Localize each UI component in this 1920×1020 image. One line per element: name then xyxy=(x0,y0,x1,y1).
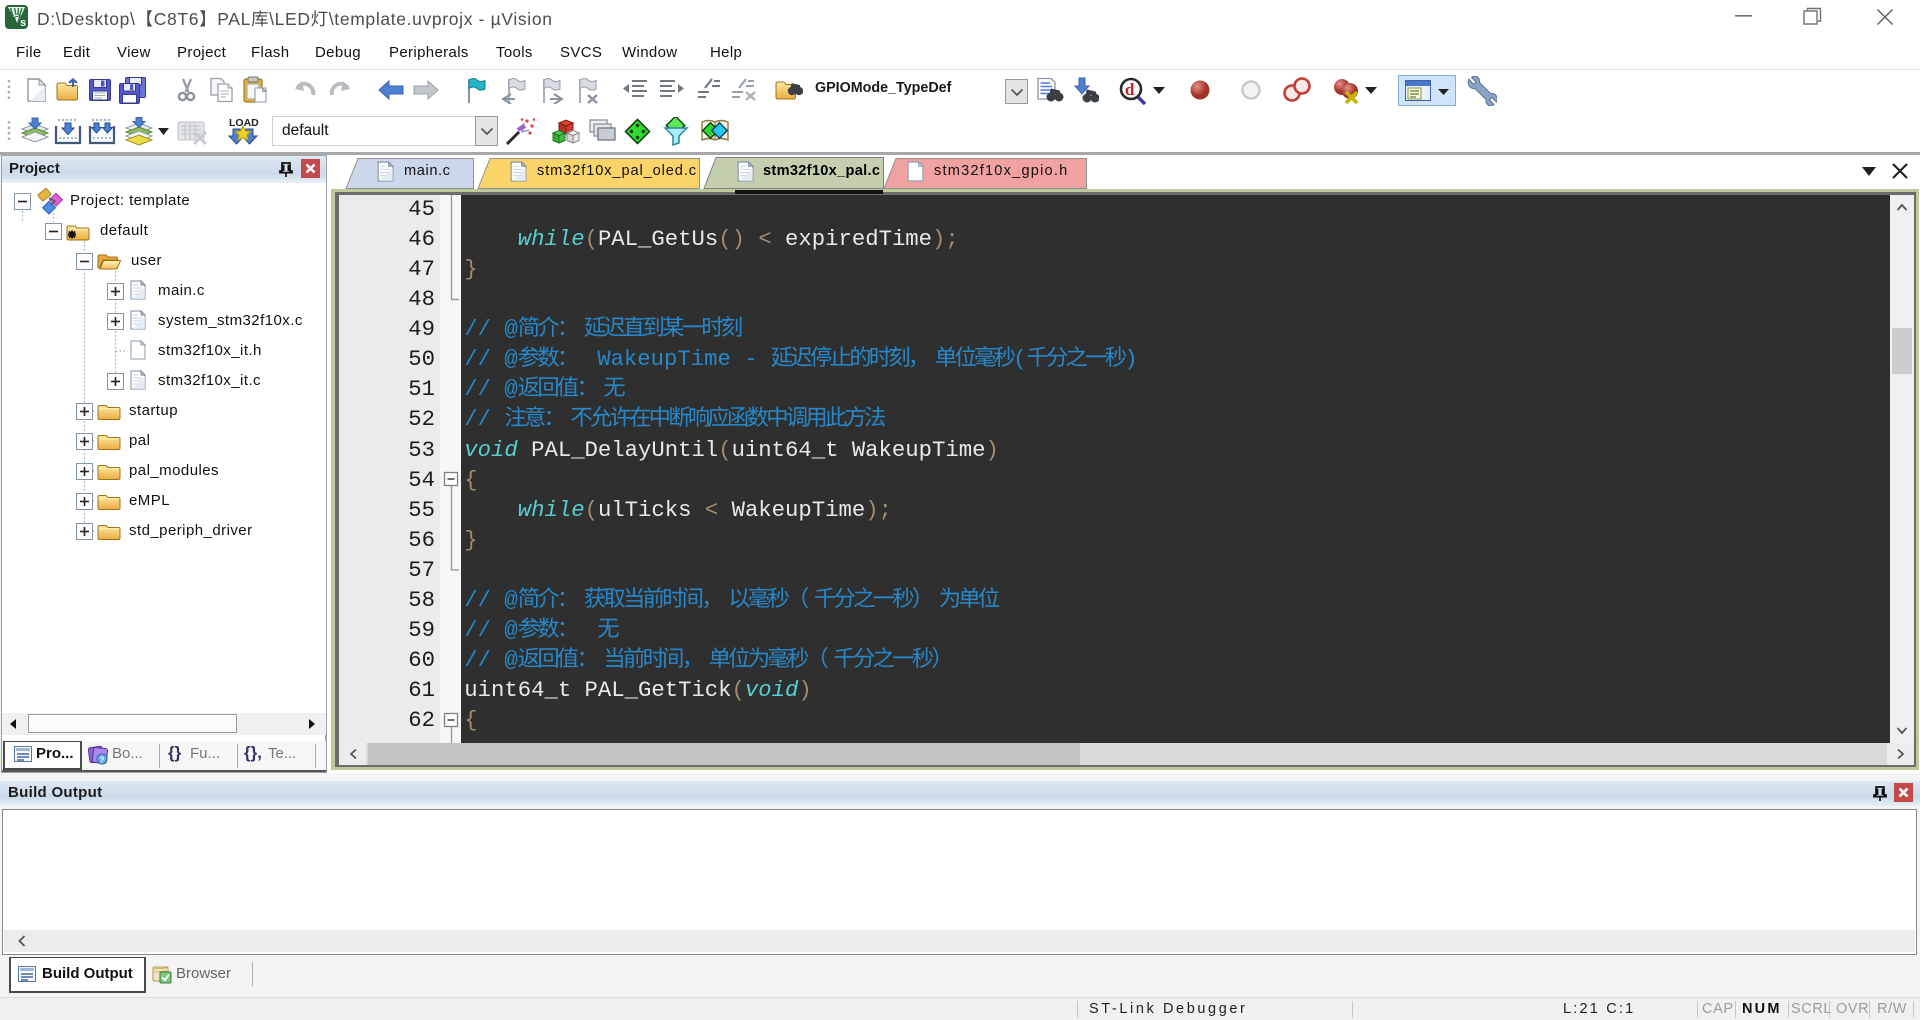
svg-text:s: s xyxy=(20,17,26,29)
svg-text:?: ? xyxy=(100,756,105,765)
svg-text:d: d xyxy=(1125,80,1135,99)
